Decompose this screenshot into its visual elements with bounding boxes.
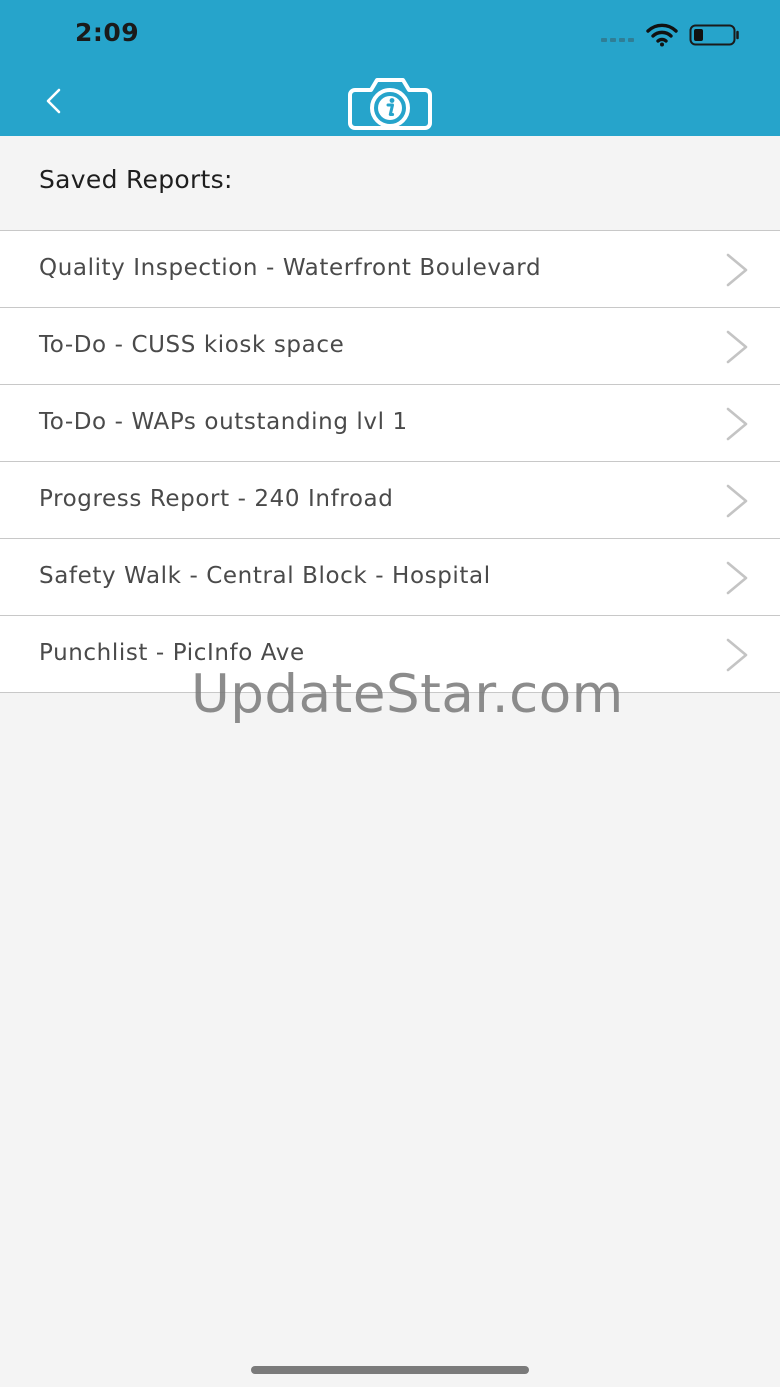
- saved-reports-list: Quality Inspection - Waterfront Boulevar…: [0, 230, 780, 693]
- report-title: To-Do - WAPs outstanding lvl 1: [39, 409, 408, 435]
- list-item[interactable]: To-Do - WAPs outstanding lvl 1: [0, 385, 780, 462]
- chevron-right-icon: [726, 253, 748, 287]
- chevron-right-icon: [726, 638, 748, 672]
- wifi-icon: [646, 23, 678, 47]
- home-indicator[interactable]: [251, 1366, 529, 1374]
- chevron-left-icon: [46, 88, 61, 114]
- chevron-right-icon: [726, 484, 748, 518]
- report-title: Progress Report - 240 Infroad: [39, 486, 394, 512]
- list-item[interactable]: Progress Report - 240 Infroad: [0, 462, 780, 539]
- report-title: Quality Inspection - Waterfront Boulevar…: [39, 255, 542, 281]
- back-button[interactable]: [34, 80, 74, 124]
- list-item[interactable]: Safety Walk - Central Block - Hospital: [0, 539, 780, 616]
- chevron-right-icon: [726, 407, 748, 441]
- battery-icon: [689, 24, 739, 46]
- report-title: Safety Walk - Central Block - Hospital: [39, 563, 491, 589]
- report-title: Punchlist - PicInfo Ave: [39, 640, 305, 666]
- chevron-right-icon: [726, 330, 748, 364]
- status-time: 2:09: [75, 18, 140, 47]
- section-title: Saved Reports:: [39, 165, 233, 194]
- cellular-signal-icon: [601, 38, 634, 42]
- app-header: 2:09: [0, 0, 780, 136]
- chevron-right-icon: [726, 561, 748, 595]
- report-title: To-Do - CUSS kiosk space: [39, 332, 345, 358]
- list-item[interactable]: Quality Inspection - Waterfront Boulevar…: [0, 231, 780, 308]
- camera-info-icon: [348, 78, 432, 130]
- watermark: UpdateStar.com: [191, 664, 624, 725]
- list-item[interactable]: To-Do - CUSS kiosk space: [0, 308, 780, 385]
